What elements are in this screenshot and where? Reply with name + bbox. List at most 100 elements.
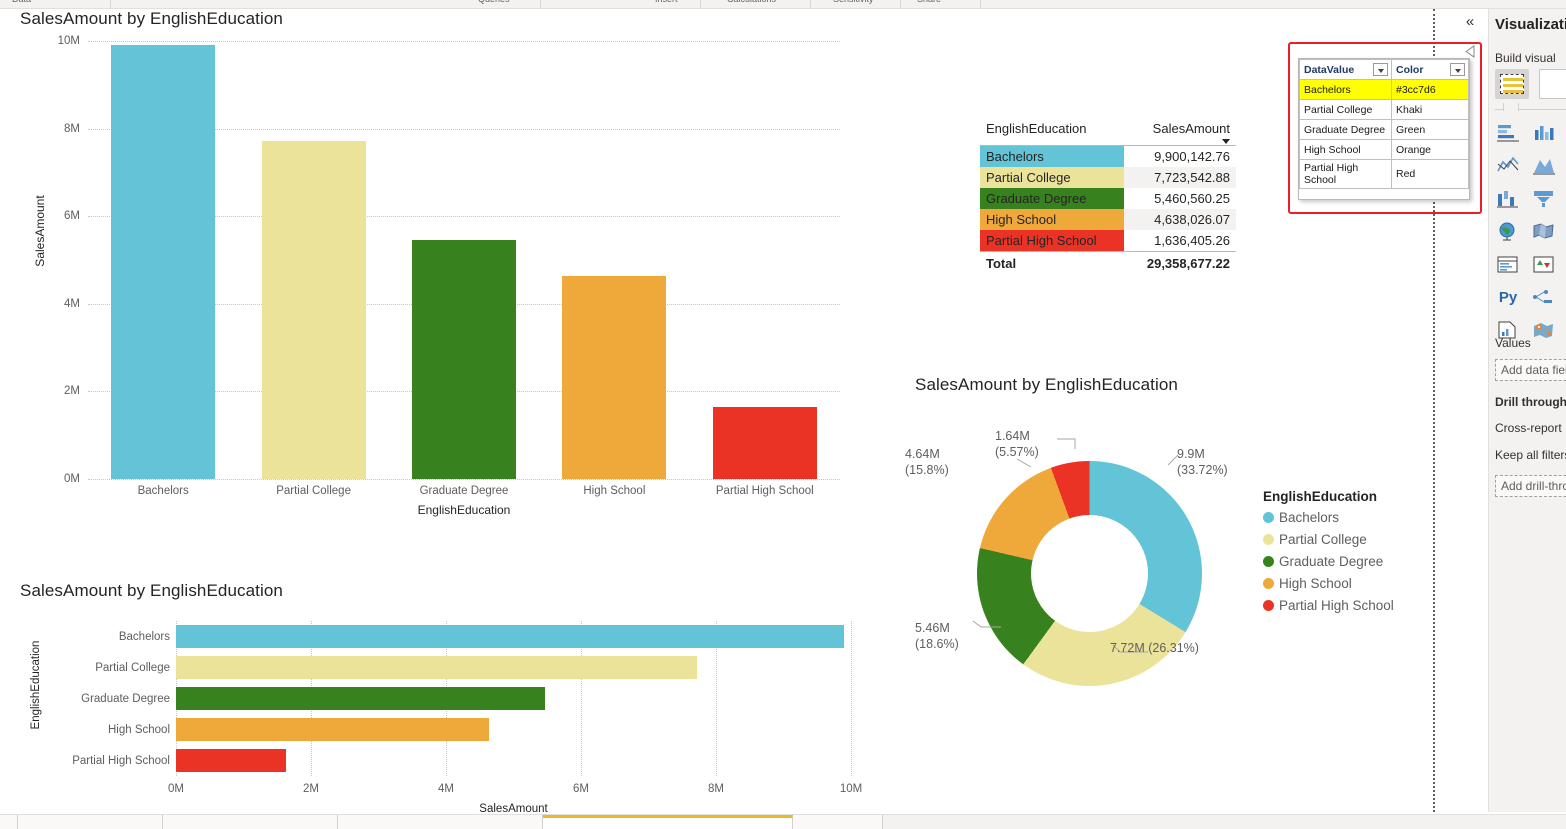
color-mapping-header-color[interactable]: Color xyxy=(1391,59,1469,80)
color-mapping-datavalue-cell[interactable]: Bachelors xyxy=(1299,79,1392,100)
visual-table[interactable]: EnglishEducation SalesAmount Bachelors 9,… xyxy=(980,119,1240,299)
ribbon-group-share[interactable]: Share xyxy=(917,0,941,4)
color-mapping-header-datavalue[interactable]: DataValue xyxy=(1299,59,1392,80)
color-mapping-color-cell[interactable]: Orange xyxy=(1391,139,1469,160)
bar-chart-plot-area xyxy=(176,621,852,776)
arcgis-map-icon[interactable] xyxy=(1531,319,1557,341)
waterfall-chart-icon[interactable] xyxy=(1495,187,1521,209)
horizontal-bar[interactable] xyxy=(176,749,287,772)
keep-all-filters-label[interactable]: Keep all filters xyxy=(1495,448,1566,462)
table-col-header-englisheducation[interactable]: EnglishEducation xyxy=(980,119,1125,146)
page-tab-bar[interactable] xyxy=(0,814,1566,829)
column-chart-y-tick: 4M xyxy=(64,297,80,310)
filter-dropdown-icon[interactable] xyxy=(1450,63,1465,76)
filled-map-icon[interactable] xyxy=(1531,220,1557,242)
bar-chart-x-tick: 6M xyxy=(573,783,589,795)
ribbon-group-queries[interactable]: Queries xyxy=(478,0,510,4)
funnel-chart-icon[interactable] xyxy=(1531,187,1557,209)
color-mapping-grid[interactable]: DataValue Color Bachelors #3cc7d6 Partial … xyxy=(1299,59,1469,189)
filter-dropdown-icon[interactable] xyxy=(1373,63,1388,76)
ribbon-sliver: Data Queries Insert Calculations Sensiti… xyxy=(0,0,1566,9)
python-visual-icon[interactable]: Py xyxy=(1495,286,1521,308)
table-row[interactable]: Partial High School 1,636,405.26 xyxy=(980,230,1236,252)
page-tab[interactable] xyxy=(18,815,163,829)
visual-type-icon-grid[interactable]: Py xyxy=(1495,121,1566,341)
column-bar[interactable] xyxy=(111,45,216,479)
table-row[interactable]: Partial College 7,723,542.88 xyxy=(980,167,1236,188)
table-row[interactable]: Graduate Degree 5,460,560.25 xyxy=(980,188,1236,209)
horizontal-bar[interactable] xyxy=(176,687,545,710)
horizontal-bar[interactable] xyxy=(176,625,845,648)
pane-expand-arrow-icon[interactable] xyxy=(1463,44,1480,59)
donut-legend-item[interactable]: Partial College xyxy=(1263,532,1433,547)
horizontal-bar[interactable] xyxy=(176,656,698,679)
globe-map-icon[interactable] xyxy=(1495,220,1521,242)
sort-descending-icon xyxy=(1222,139,1230,144)
color-mapping-row[interactable]: High School Orange xyxy=(1299,139,1469,160)
line-chart-icon[interactable] xyxy=(1495,154,1521,176)
visualizations-pane[interactable]: Visualizations Build visual Py Values Ad… xyxy=(1488,9,1566,812)
color-mapping-row[interactable]: Partial College Khaki xyxy=(1299,99,1469,120)
color-mapping-table-panel[interactable]: DataValue Color Bachelors #3cc7d6 Partial … xyxy=(1298,58,1470,200)
donut-legend[interactable]: EnglishEducation Bachelors Partial Colleg… xyxy=(1263,489,1433,620)
donut-legend-item[interactable]: Bachelors xyxy=(1263,510,1433,525)
horizontal-bar[interactable] xyxy=(176,718,490,741)
table-row[interactable]: Bachelors 9,900,142.76 xyxy=(980,145,1236,167)
page-tab[interactable] xyxy=(0,815,18,829)
build-visual-tab[interactable] xyxy=(1495,69,1529,99)
clustered-column-chart-icon[interactable] xyxy=(1531,121,1557,143)
visual-bar-chart[interactable]: SalesAmount by EnglishEducation EnglishE… xyxy=(8,574,888,824)
column-bar[interactable] xyxy=(712,407,817,479)
ribbon-group-sensitivity[interactable]: Sensitivity xyxy=(833,0,874,4)
color-mapping-datavalue-cell[interactable]: Graduate Degree xyxy=(1299,119,1392,140)
column-bar[interactable] xyxy=(261,140,366,479)
color-mapping-row[interactable]: Bachelors #3cc7d6 xyxy=(1299,79,1469,100)
table-col-header-salesamount[interactable]: SalesAmount xyxy=(1124,119,1236,146)
donut-legend-item[interactable]: High School xyxy=(1263,576,1433,591)
visual-donut-chart[interactable]: SalesAmount by EnglishEducation 9.9M (33.… xyxy=(905,369,1435,719)
area-chart-icon[interactable] xyxy=(1531,154,1557,176)
ribbon-group-insert[interactable]: Insert xyxy=(655,0,678,4)
color-mapping-color-cell[interactable]: Khaki xyxy=(1391,99,1469,120)
donut-legend-item[interactable]: Graduate Degree xyxy=(1263,554,1433,569)
table-cell-category: High School xyxy=(980,209,1125,230)
color-mapping-row[interactable]: Partial High School Red xyxy=(1299,159,1469,189)
table-cell-value: 4,638,026.07 xyxy=(1124,209,1236,230)
ribbon-separator xyxy=(810,0,811,8)
table-grid[interactable]: EnglishEducation SalesAmount Bachelors 9,… xyxy=(980,119,1236,274)
ribbon-group-calculations[interactable]: Calculations xyxy=(727,0,776,4)
color-mapping-datavalue-cell[interactable]: Partial High School xyxy=(1299,159,1392,189)
report-canvas[interactable]: SalesAmount by EnglishEducation SalesAmo… xyxy=(0,9,1435,824)
values-well-dropzone[interactable]: Add data fields here xyxy=(1495,359,1566,381)
drill-through-dropzone[interactable]: Add drill-through fields here xyxy=(1495,475,1566,497)
legend-item-label: Partial High School xyxy=(1279,598,1394,613)
color-mapping-color-cell[interactable]: Red xyxy=(1391,159,1469,189)
collapse-pane-chevron-icon[interactable]: « xyxy=(1459,10,1481,32)
donut-legend-item[interactable]: Partial High School xyxy=(1263,598,1433,613)
format-visual-tab[interactable] xyxy=(1539,69,1566,99)
kpi-icon[interactable] xyxy=(1531,253,1557,275)
color-mapping-popup[interactable]: DataValue Color Bachelors #3cc7d6 Partial … xyxy=(1288,42,1482,214)
color-mapping-datavalue-cell[interactable]: Partial College xyxy=(1299,99,1392,120)
color-mapping-row[interactable]: Graduate Degree Green xyxy=(1299,119,1469,140)
color-mapping-datavalue-cell[interactable]: High School xyxy=(1299,139,1392,160)
page-tab[interactable] xyxy=(163,815,338,829)
page-tab[interactable] xyxy=(793,815,883,829)
ribbon-group-data[interactable]: Data xyxy=(12,0,31,4)
table-icon[interactable] xyxy=(1495,253,1521,275)
cross-report-label[interactable]: Cross-report xyxy=(1495,421,1562,435)
column-bar[interactable] xyxy=(562,275,667,479)
stacked-bar-chart-icon[interactable] xyxy=(1495,121,1521,143)
column-chart-y-tick: 8M xyxy=(64,122,80,135)
color-mapping-color-cell[interactable]: Green xyxy=(1391,119,1469,140)
table-body: Bachelors 9,900,142.76 Partial College 7,72… xyxy=(980,145,1236,274)
color-mapping-color-cell[interactable]: #3cc7d6 xyxy=(1391,79,1469,100)
column-bar[interactable] xyxy=(412,239,516,479)
bar-chart-y-category: Graduate Degree xyxy=(81,692,170,705)
table-row[interactable]: High School 4,638,026.07 xyxy=(980,209,1236,230)
decomposition-tree-icon[interactable] xyxy=(1531,286,1557,308)
page-tab-active[interactable] xyxy=(543,815,793,829)
legend-color-dot xyxy=(1263,534,1274,545)
visual-column-chart[interactable]: SalesAmount by EnglishEducation SalesAmo… xyxy=(8,9,868,529)
page-tab[interactable] xyxy=(338,815,543,829)
